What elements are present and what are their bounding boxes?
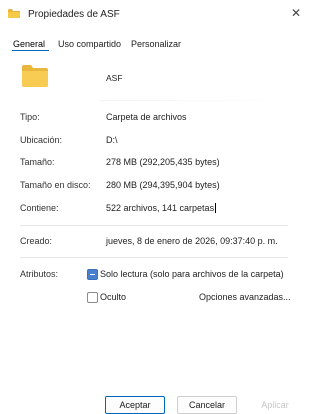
atributos-label: Atributos: xyxy=(20,269,59,279)
hidden-checkbox[interactable] xyxy=(87,292,98,303)
section-divider xyxy=(20,225,288,226)
accept-button[interactable]: Aceptar xyxy=(105,396,165,414)
folder-small-icon xyxy=(8,9,20,18)
tab-personalizar[interactable]: Personalizar xyxy=(131,39,181,49)
ubicacion-label: Ubicación: xyxy=(20,135,63,145)
readonly-label[interactable]: Solo lectura (solo para archivos de la c… xyxy=(100,269,284,279)
ubicacion-value: D:\ xyxy=(106,135,118,145)
hidden-label[interactable]: Oculto xyxy=(100,292,126,302)
name-field-divider xyxy=(100,100,290,101)
tab-general[interactable]: General xyxy=(13,39,45,49)
attributes-divider xyxy=(20,257,288,258)
creado-value: jueves, 8 de enero de 2026, 09:37:40 p. … xyxy=(106,236,278,246)
readonly-checkbox[interactable] xyxy=(87,269,98,280)
apply-button[interactable]: Aplicar xyxy=(249,396,301,414)
folder-name-field[interactable]: ASF xyxy=(106,73,123,83)
tamano-value: 278 MB (292,205,435 bytes) xyxy=(106,157,220,167)
tamano-disco-label: Tamaño en disco: xyxy=(20,180,91,190)
tamano-disco-value: 280 MB (294,395,904 bytes) xyxy=(106,180,220,190)
creado-label: Creado: xyxy=(20,236,53,246)
tab-uso-compartido[interactable]: Uso compartido xyxy=(58,39,121,49)
contiene-text: 522 archivos, 141 carpetas xyxy=(106,203,215,213)
tamano-label: Tamaño: xyxy=(20,157,55,167)
close-icon: ✕ xyxy=(290,6,302,20)
close-button[interactable]: ✕ xyxy=(284,0,308,26)
window-title: Propiedades de ASF xyxy=(28,9,120,20)
advanced-options-button[interactable]: Opciones avanzadas... xyxy=(199,292,291,302)
contiene-value: 522 archivos, 141 carpetas xyxy=(106,203,217,213)
active-tab-indicator xyxy=(12,50,49,51)
cancel-button[interactable]: Cancelar xyxy=(177,396,237,414)
folder-icon xyxy=(22,65,48,87)
tipo-label: Tipo: xyxy=(20,112,40,122)
contiene-label: Contiene: xyxy=(20,203,59,213)
text-caret xyxy=(215,203,217,213)
tipo-value: Carpeta de archivos xyxy=(106,112,187,122)
